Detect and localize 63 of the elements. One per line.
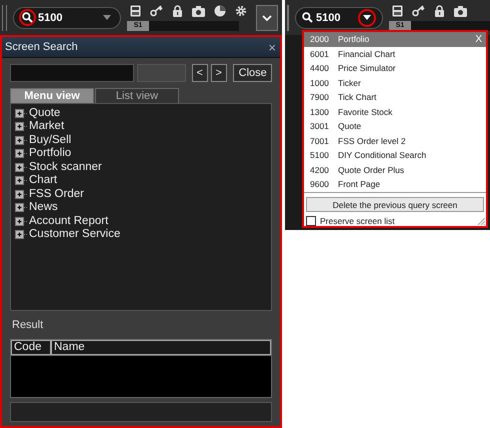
expand-button[interactable] <box>256 4 278 30</box>
recent-screen-item[interactable]: 6001 Financial Chart <box>304 46 486 61</box>
previous-button[interactable]: < <box>192 64 208 82</box>
grip-handle[interactable] <box>287 4 289 30</box>
settings-icon[interactable] <box>235 5 247 17</box>
recent-screen-item[interactable]: 4400 Price Simulator <box>304 61 486 76</box>
checkbox-label: Preserve screen list <box>320 216 395 226</box>
recent-screen-item[interactable]: 3001 Quote <box>304 119 486 134</box>
recent-screen-item[interactable]: 7900 Tick Chart <box>304 90 486 104</box>
expand-icon[interactable] <box>15 162 28 172</box>
recent-screen-item[interactable]: 1300 Favorite Stock <box>304 104 486 119</box>
lock-icon[interactable] <box>172 5 183 17</box>
menu-tree-item[interactable]: Market <box>29 120 64 134</box>
key-icon[interactable] <box>150 5 163 17</box>
menu-tree-item[interactable]: Portfolio <box>29 147 72 160</box>
search-icon[interactable] <box>301 11 314 24</box>
secondary-field[interactable] <box>137 64 186 82</box>
recent-screen-item[interactable]: 1000 Ticker <box>304 76 486 90</box>
column-header[interactable]: Code <box>11 340 51 356</box>
delete-history-button[interactable]: Delete the previous query screen <box>306 197 484 212</box>
expand-icon[interactable] <box>15 230 28 240</box>
recent-screen-item[interactable]: 5100 DIY Conditional Search <box>304 148 486 162</box>
expand-icon[interactable] <box>15 108 28 118</box>
lock-icon[interactable] <box>434 5 445 17</box>
expand-icon[interactable] <box>15 136 28 145</box>
window-title: Screen Search <box>5 41 78 53</box>
close-text-button[interactable]: Close <box>232 64 272 82</box>
view-tab[interactable]: List view <box>95 88 179 103</box>
expand-icon[interactable] <box>15 216 28 226</box>
recent-screen-item[interactable]: 7001 FSS Order level 2 <box>304 134 486 148</box>
grip-handle[interactable] <box>2 4 7 30</box>
menu-tree-item[interactable]: Account Report <box>29 214 108 228</box>
menu-tree-item[interactable]: Stock scanner <box>29 160 102 174</box>
key-icon[interactable] <box>412 5 425 17</box>
camera-icon[interactable] <box>454 6 467 16</box>
dropdown-close-button[interactable]: X <box>475 32 482 46</box>
menu-tree-item[interactable]: News <box>29 201 58 214</box>
expand-icon[interactable] <box>15 122 28 132</box>
recent-screen-item[interactable]: 9600 Front Page <box>304 177 486 192</box>
dropdown-caret-icon[interactable] <box>358 8 376 26</box>
expand-icon[interactable] <box>15 176 28 186</box>
chevron-down-icon <box>262 14 272 20</box>
camera-icon[interactable] <box>192 6 205 16</box>
search-icon[interactable] <box>19 9 36 26</box>
result-label: Result <box>12 319 44 332</box>
recent-screen-item[interactable]: 4200 Quote Order Plus <box>304 162 486 177</box>
menu-tree-item[interactable]: Chart <box>29 174 58 188</box>
search-input-field[interactable] <box>10 64 134 82</box>
next-button[interactable]: > <box>210 64 227 82</box>
menu-tree-item[interactable]: Buy/Sell <box>29 134 72 147</box>
expand-icon[interactable] <box>15 149 28 158</box>
expand-icon[interactable] <box>15 190 28 199</box>
menu-tree-item[interactable]: Customer Service <box>29 228 120 242</box>
pie-chart-icon[interactable] <box>214 5 226 17</box>
menu-tree-item[interactable]: Quote <box>29 106 60 120</box>
checkbox[interactable] <box>306 216 316 226</box>
resize-grip-icon[interactable] <box>477 217 485 225</box>
menu-tree-item[interactable]: FSS Order <box>29 188 84 201</box>
expand-icon[interactable] <box>15 203 28 212</box>
column-header[interactable]: Name <box>51 340 271 356</box>
screen-search-field[interactable]: 5100 <box>295 6 383 28</box>
screen-search-field[interactable]: 5100 <box>13 6 121 28</box>
window-close-button[interactable]: × <box>268 40 276 54</box>
